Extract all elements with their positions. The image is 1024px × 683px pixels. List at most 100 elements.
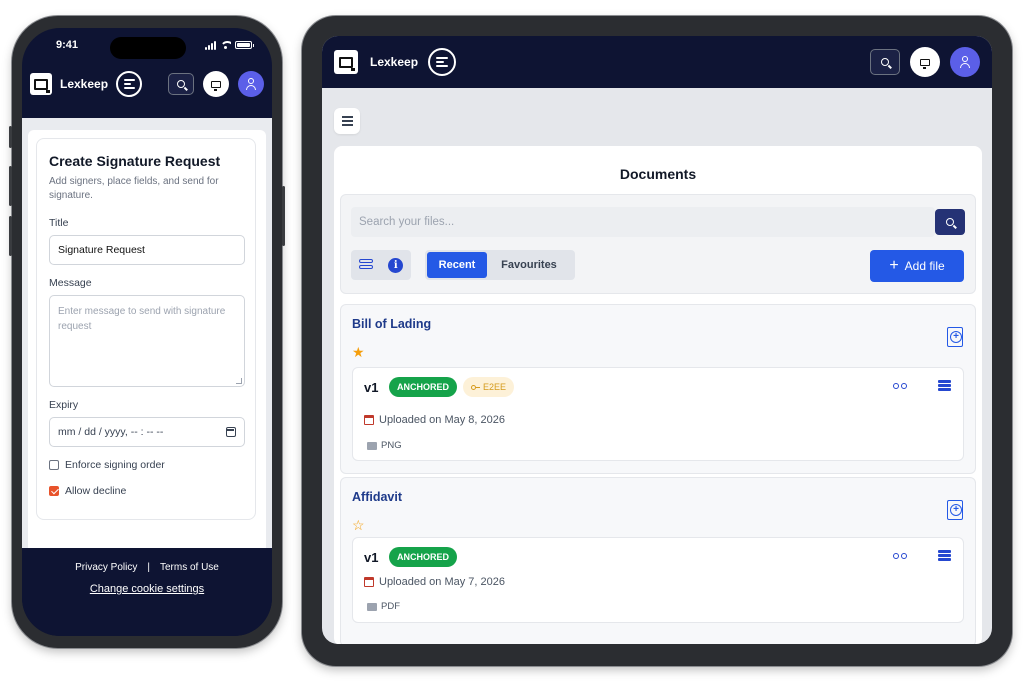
document-card[interactable]: Affidavit ☆ v1 ANCHORED Uploaded on May … — [340, 477, 976, 644]
terms-of-use-link[interactable]: Terms of Use — [160, 562, 219, 573]
version-card: v1 ANCHORED Uploaded on May 7, 2026 PDF — [352, 537, 964, 623]
anchored-badge: ANCHORED — [389, 547, 458, 567]
file-type-text: PNG — [381, 440, 402, 451]
dynamic-island — [110, 37, 186, 59]
display-button[interactable] — [203, 71, 229, 97]
status-bar: 9:41 — [22, 28, 272, 62]
upload-date-text: Uploaded on May 7, 2026 — [379, 576, 505, 588]
tablet-screen: Lexkeep Documents Search your files... i… — [322, 36, 992, 644]
server-icon[interactable] — [938, 550, 951, 562]
file-type: PNG — [367, 440, 402, 451]
status-time: 9:41 — [56, 39, 79, 51]
search-icon — [881, 58, 889, 66]
anchored-badge: ANCHORED — [389, 377, 458, 397]
phone-mute-button — [9, 126, 12, 148]
user-avatar[interactable] — [238, 71, 264, 97]
signature-request-form: Create Signature Request Add signers, pl… — [36, 138, 256, 520]
document-name[interactable]: Affidavit — [352, 490, 402, 504]
battery-icon — [235, 41, 254, 49]
brand-name[interactable]: Lexkeep — [370, 55, 418, 69]
expiry-placeholder: mm / dd / yyyy, -- : -- -- — [58, 426, 164, 438]
phone-power-button — [282, 186, 285, 246]
documents-panel: Documents Search your files... i Recent … — [334, 146, 982, 644]
upload-date: Uploaded on May 7, 2026 — [364, 576, 505, 588]
binoculars-icon[interactable] — [893, 551, 907, 561]
pdf-file-icon — [367, 602, 377, 611]
file-search-button[interactable] — [935, 209, 965, 235]
form-subtitle: Add signers, place fields, and send for … — [49, 176, 219, 201]
upload-date: Uploaded on May 8, 2026 — [364, 414, 505, 426]
search-button[interactable] — [870, 49, 900, 75]
title-label: Title — [49, 217, 69, 229]
add-file-label: Add file — [904, 259, 945, 273]
lexkeep-logo-icon[interactable] — [334, 50, 358, 74]
menu-button[interactable] — [428, 48, 457, 76]
phone-volume-down-button — [9, 216, 12, 256]
monitor-icon — [211, 80, 221, 91]
search-icon — [946, 218, 954, 226]
upload-date-text: Uploaded on May 8, 2026 — [379, 414, 505, 426]
enforce-order-option[interactable]: Enforce signing order — [49, 459, 243, 471]
list-view-icon[interactable] — [358, 259, 373, 271]
add-file-button[interactable]: + Add file — [870, 250, 964, 282]
tablet-device: Lexkeep Documents Search your files... i… — [302, 16, 1012, 666]
enforce-order-label: Enforce signing order — [65, 459, 165, 471]
file-type: PDF — [367, 601, 400, 612]
file-search-input[interactable]: Search your files... — [351, 207, 935, 237]
form-title: Create Signature Request — [49, 153, 221, 169]
file-type-text: PDF — [381, 601, 400, 612]
add-document-icon[interactable] — [947, 500, 963, 520]
version-label: v1 — [364, 550, 379, 565]
version-label: v1 — [364, 380, 379, 395]
e2ee-label: E2EE — [483, 382, 507, 392]
document-card[interactable]: Bill of Lading ★ v1 ANCHORED E2EE — [340, 304, 976, 474]
privacy-policy-link[interactable]: Privacy Policy — [75, 562, 137, 573]
e2ee-badge: E2EE — [463, 377, 515, 397]
document-tabs: Recent Favourites — [425, 250, 575, 280]
document-name[interactable]: Bill of Lading — [352, 317, 431, 331]
sidebar-toggle-button[interactable] — [334, 108, 360, 134]
status-icons — [205, 40, 254, 50]
plus-icon: + — [889, 257, 899, 274]
allow-decline-checkbox[interactable] — [49, 486, 59, 496]
phone-device: 9:41 Lexkeep Create Signature Request Ad… — [9, 16, 285, 648]
page-title: Documents — [619, 166, 697, 182]
message-label: Message — [49, 277, 92, 289]
cookie-settings-link[interactable]: Change cookie settings — [90, 583, 204, 595]
version-card: v1 ANCHORED E2EE Uploaded on May 8, 2026 — [352, 367, 964, 461]
allow-decline-label: Allow decline — [65, 485, 127, 497]
info-icon[interactable]: i — [388, 257, 404, 273]
brand-name[interactable]: Lexkeep — [60, 77, 108, 91]
user-icon — [960, 56, 970, 68]
image-file-icon — [367, 441, 377, 450]
add-document-icon[interactable] — [947, 327, 963, 347]
tab-recent[interactable]: Recent — [427, 252, 487, 278]
footer: Privacy Policy | Terms of Use Change coo… — [22, 548, 272, 636]
tab-favourites[interactable]: Favourites — [487, 252, 571, 278]
signal-icon — [205, 40, 216, 50]
expiry-label: Expiry — [49, 399, 79, 411]
user-avatar[interactable] — [950, 47, 980, 77]
app-header: Lexkeep — [22, 62, 272, 106]
favourite-star-icon[interactable]: ★ — [352, 345, 365, 359]
title-input[interactable]: Signature Request — [49, 235, 245, 265]
display-button[interactable] — [910, 47, 940, 77]
server-icon[interactable] — [938, 380, 951, 392]
calendar-icon[interactable] — [226, 427, 236, 437]
footer-separator: | — [147, 562, 150, 573]
lexkeep-logo-icon[interactable] — [30, 73, 52, 95]
main-content: Create Signature Request Add signers, pl… — [22, 118, 272, 548]
allow-decline-option[interactable]: Allow decline — [49, 485, 243, 497]
search-button[interactable] — [168, 73, 194, 95]
documents-toolbar: Search your files... i Recent Favourites… — [340, 194, 976, 294]
message-textarea[interactable]: Enter message to send with signature req… — [49, 295, 245, 387]
calendar-icon — [364, 577, 374, 587]
wifi-icon — [220, 41, 231, 49]
enforce-order-checkbox[interactable] — [49, 460, 59, 470]
expiry-datetime-input[interactable]: mm / dd / yyyy, -- : -- -- — [49, 417, 245, 447]
binoculars-icon[interactable] — [893, 381, 907, 391]
search-icon — [177, 80, 185, 88]
menu-button[interactable] — [116, 71, 143, 97]
favourite-star-icon[interactable]: ☆ — [352, 518, 365, 532]
view-options: i — [351, 250, 411, 280]
